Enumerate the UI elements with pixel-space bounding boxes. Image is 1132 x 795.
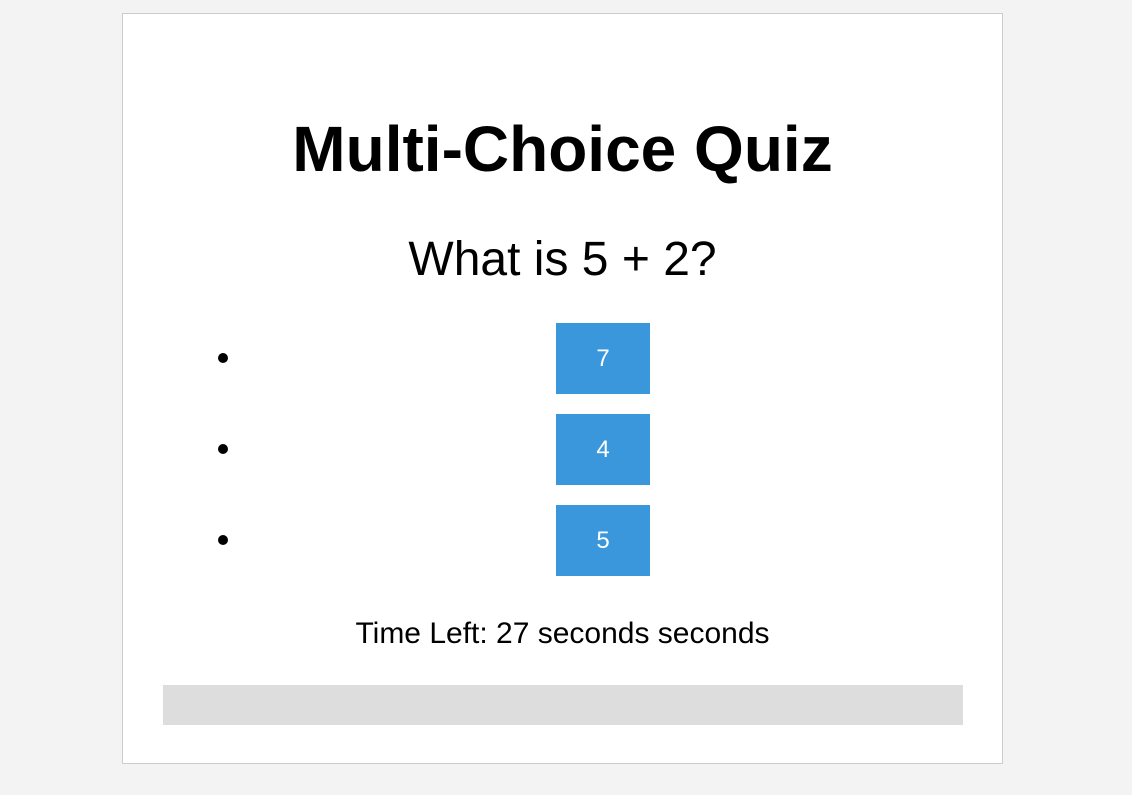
option-item-2: 4 <box>123 414 1002 485</box>
bullet-icon <box>218 444 228 454</box>
progress-bar <box>163 685 963 725</box>
option-button-1[interactable]: 7 <box>556 323 650 394</box>
quiz-card: Multi-Choice Quiz What is 5 + 2? 7 4 5 T… <box>122 13 1003 764</box>
time-left-text: Time Left: 27 seconds seconds <box>355 617 770 650</box>
bullet-icon <box>218 535 228 545</box>
option-item-3: 5 <box>123 505 1002 576</box>
options-list: 7 4 5 <box>123 323 1002 596</box>
option-button-3[interactable]: 5 <box>556 505 650 576</box>
quiz-title: Multi-Choice Quiz <box>292 113 833 185</box>
option-button-2[interactable]: 4 <box>556 414 650 485</box>
question-text: What is 5 + 2? <box>408 233 717 286</box>
bullet-icon <box>218 353 228 363</box>
option-item-1: 7 <box>123 323 1002 394</box>
